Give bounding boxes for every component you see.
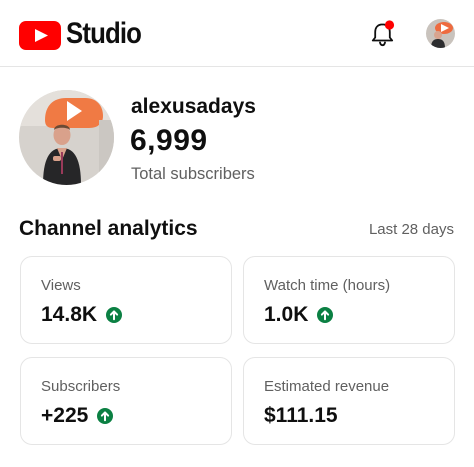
views-value: 14.8K xyxy=(41,303,98,326)
watch-time-value: 1.0K xyxy=(264,303,309,326)
watch-time-card[interactable]: Watch time (hours) 1.0K xyxy=(243,256,455,344)
notification-dot xyxy=(384,20,395,30)
arrow-up-icon xyxy=(97,408,114,424)
subscribers-value: +225 xyxy=(41,404,89,427)
subscribers-value-row: +225 xyxy=(41,402,114,430)
watch-time-label: Watch time (hours) xyxy=(264,277,391,294)
subscribers-label: Subscribers xyxy=(41,378,121,395)
views-label: Views xyxy=(41,277,81,294)
views-value-row: 14.8K xyxy=(41,301,123,329)
channel-avatar[interactable] xyxy=(19,90,114,185)
revenue-card[interactable]: Estimated revenue $111.15 xyxy=(243,357,455,445)
revenue-label: Estimated revenue xyxy=(264,378,390,395)
subscriber-label: Total subscribers xyxy=(131,165,255,183)
arrow-up-icon xyxy=(106,307,123,323)
youtube-logo-icon[interactable] xyxy=(19,21,61,50)
watch-time-value-row: 1.0K xyxy=(264,301,334,329)
views-card[interactable]: Views 14.8K xyxy=(20,256,232,344)
date-range-label: Last 28 days xyxy=(368,221,454,238)
revenue-value: $111.15 xyxy=(264,404,338,427)
subscribers-card[interactable]: Subscribers +225 xyxy=(20,357,232,445)
subscriber-count: 6,999 xyxy=(130,124,208,157)
app-bar: Studio xyxy=(0,0,474,67)
account-avatar[interactable] xyxy=(426,19,455,48)
channel-analytics-title: Channel analytics xyxy=(19,217,198,240)
bell-icon[interactable] xyxy=(368,18,398,48)
arrow-up-icon xyxy=(317,307,334,323)
channel-name: alexusadays xyxy=(131,95,256,118)
revenue-value-row: $111.15 xyxy=(264,402,338,430)
app-title: Studio xyxy=(66,17,142,50)
